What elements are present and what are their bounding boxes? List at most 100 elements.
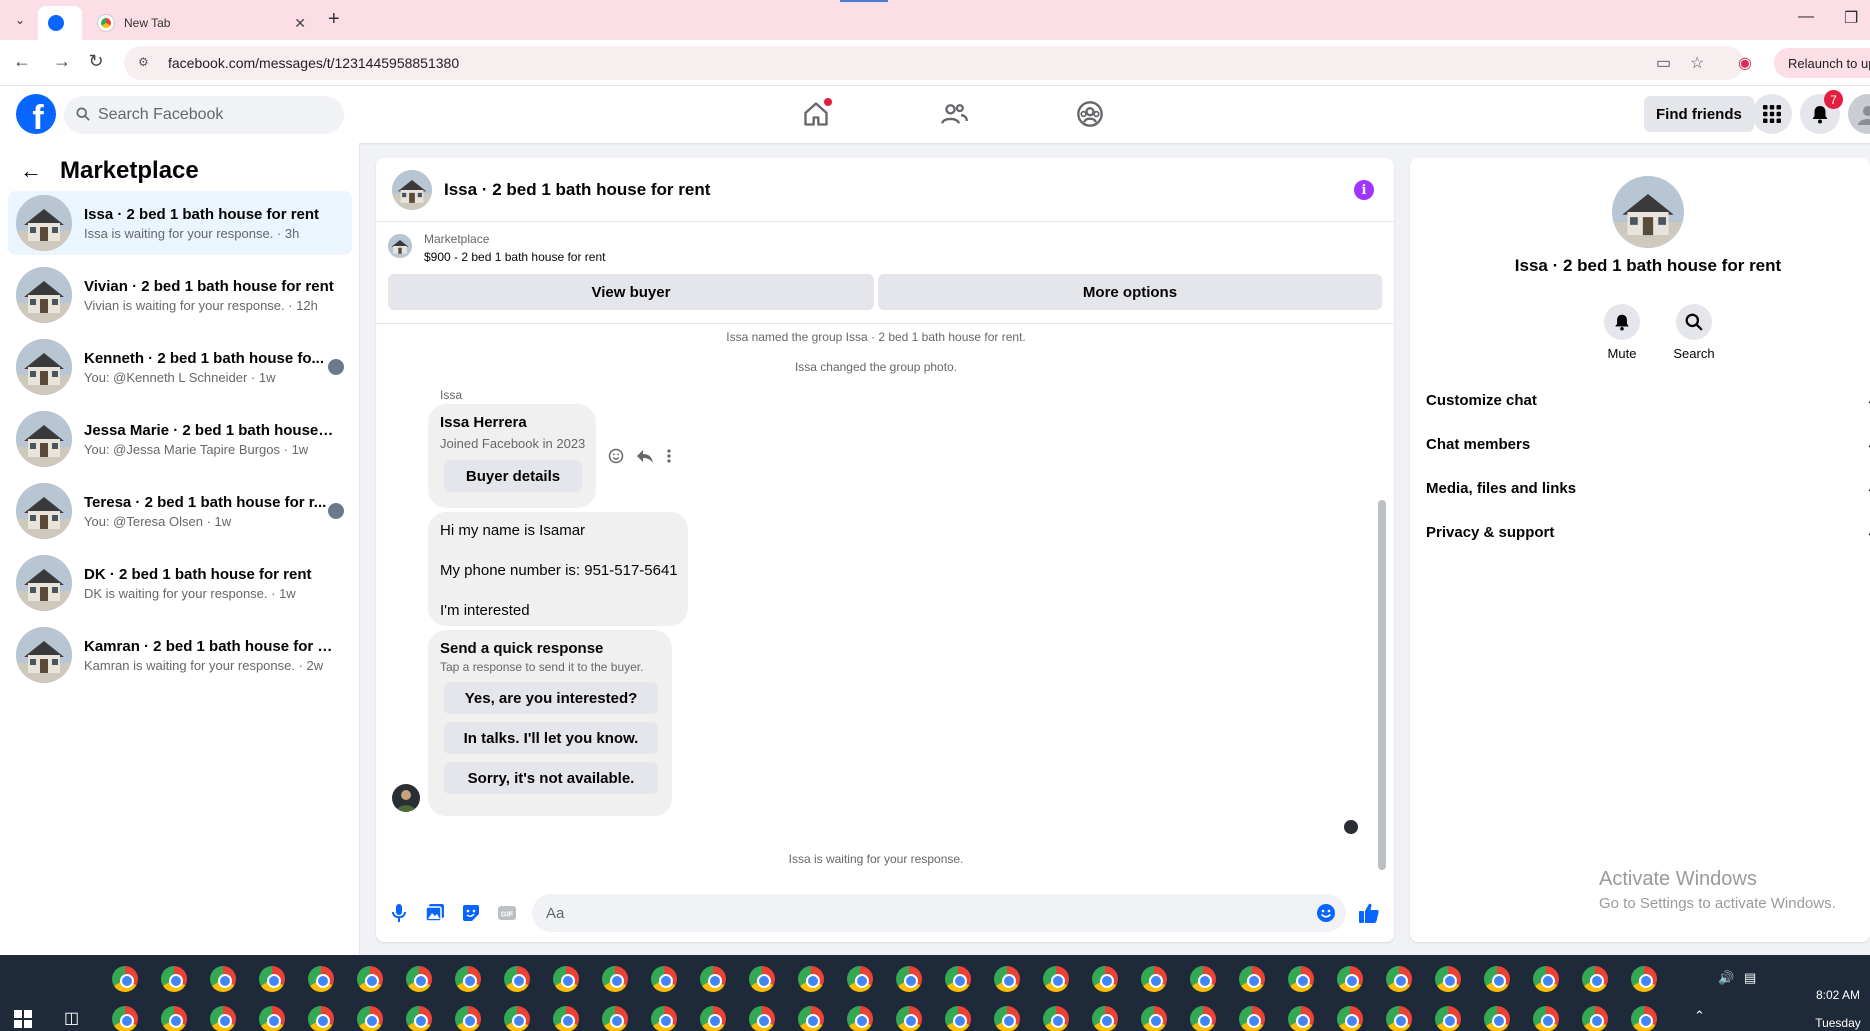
windows-start-icon[interactable] — [14, 1010, 32, 1028]
taskbar-chrome-app-icon[interactable] — [210, 1006, 236, 1031]
taskbar-chrome-app-icon[interactable] — [259, 966, 285, 992]
taskbar-chrome-app-icon[interactable] — [798, 1006, 824, 1031]
taskbar-chrome-app-icon[interactable] — [1092, 966, 1118, 992]
conversation-item[interactable]: Issa · 2 bed 1 bath house for rent Issa i… — [8, 191, 352, 255]
new-tab-plus-icon[interactable]: + — [328, 8, 340, 31]
taskbar-chrome-app-icon[interactable] — [945, 966, 971, 992]
close-tab-icon[interactable]: ✕ — [294, 15, 306, 32]
taskbar-chrome-app-icon[interactable] — [994, 1006, 1020, 1031]
group-photo[interactable] — [1612, 176, 1684, 248]
conversation-item[interactable]: DK · 2 bed 1 bath house for rent DK is wa… — [8, 551, 352, 615]
taskbar-chrome-app-icon[interactable] — [1582, 966, 1608, 992]
reply-arrow-icon[interactable] — [636, 448, 654, 468]
taskbar-chrome-app-icon[interactable] — [1190, 966, 1216, 992]
more-options-button[interactable]: More options — [878, 274, 1382, 310]
view-buyer-button[interactable]: View buyer — [388, 274, 874, 310]
taskbar-chrome-app-icon[interactable] — [210, 966, 236, 992]
site-info-icon[interactable]: ⚙ — [138, 55, 154, 71]
menu-grid-icon[interactable] — [1752, 94, 1792, 134]
taskbar-chrome-app-icon[interactable] — [700, 1006, 726, 1031]
scrollbar-thumb[interactable] — [1378, 500, 1386, 870]
facebook-search-box[interactable] — [64, 96, 344, 134]
taskbar-chrome-app-icon[interactable] — [1484, 1006, 1510, 1031]
taskbar-chrome-app-icon[interactable] — [259, 1006, 285, 1031]
media-files-links-section[interactable]: Media, files and links ⌄ — [1426, 466, 1870, 510]
taskbar-chrome-app-icon[interactable] — [847, 966, 873, 992]
search-conversation-button[interactable]: Search — [1664, 304, 1724, 361]
taskbar-chrome-app-icon[interactable] — [1484, 966, 1510, 992]
info-icon[interactable]: i — [1354, 180, 1374, 200]
conversation-item[interactable]: Teresa · 2 bed 1 bath house for r... You:… — [8, 479, 352, 543]
sender-avatar[interactable] — [392, 784, 420, 812]
taskbar-chrome-app-icon[interactable] — [112, 1006, 138, 1031]
restore-icon[interactable]: ❐ — [1844, 8, 1858, 28]
taskbar-chrome-app-icon[interactable] — [945, 1006, 971, 1031]
taskbar-chrome-app-icon[interactable] — [161, 966, 187, 992]
taskbar-clock[interactable]: 8:02 AM Tuesday — [1810, 988, 1866, 1030]
show-hidden-icons-chevron-icon[interactable]: ⌃ — [1694, 1008, 1705, 1024]
taskbar-chrome-app-icon[interactable] — [455, 966, 481, 992]
chat-avatar[interactable] — [392, 169, 432, 210]
conversation-item[interactable]: Jessa Marie · 2 bed 1 bath house f... You… — [8, 407, 352, 471]
install-app-icon[interactable]: ▭ — [1656, 53, 1671, 73]
taskbar-chrome-app-icon[interactable] — [896, 966, 922, 992]
taskbar-chrome-app-icon[interactable] — [1337, 966, 1363, 992]
relaunch-button[interactable]: Relaunch to upda — [1774, 48, 1870, 78]
message-bubble[interactable]: Hi my name is Isamar My phone number is:… — [428, 512, 688, 626]
photo-icon[interactable] — [424, 902, 446, 924]
facebook-logo[interactable]: f — [16, 94, 56, 134]
gif-icon[interactable]: GIF — [496, 902, 518, 924]
task-view-icon[interactable]: ◫ — [64, 1008, 79, 1028]
taskbar-chrome-app-icon[interactable] — [602, 1006, 628, 1031]
taskbar-chrome-app-icon[interactable] — [1141, 1006, 1167, 1031]
taskbar-chrome-app-icon[interactable] — [553, 966, 579, 992]
find-friends-button[interactable]: Find friends — [1644, 96, 1754, 132]
taskbar-chrome-app-icon[interactable] — [1092, 1006, 1118, 1031]
friends-icon[interactable] — [938, 98, 970, 130]
taskbar-chrome-app-icon[interactable] — [1337, 1006, 1363, 1031]
taskbar-chrome-app-icon[interactable] — [1582, 1006, 1608, 1031]
tab-search-chevron-icon[interactable]: ⌄ — [10, 10, 30, 30]
taskbar-chrome-app-icon[interactable] — [1435, 966, 1461, 992]
sticker-icon[interactable] — [460, 902, 482, 924]
taskbar-chrome-app-icon[interactable] — [847, 1006, 873, 1031]
taskbar-chrome-app-icon[interactable] — [700, 966, 726, 992]
address-bar[interactable]: ⚙ facebook.com/messages/t/12314459588513… — [124, 46, 1744, 80]
taskbar-chrome-app-icon[interactable] — [553, 1006, 579, 1031]
back-arrow-icon[interactable]: ← — [20, 158, 42, 184]
taskbar-chrome-app-icon[interactable] — [1386, 966, 1412, 992]
buyer-details-button[interactable]: Buyer details — [444, 460, 582, 492]
tab-facebook[interactable] — [38, 6, 82, 40]
conversation-item[interactable]: Kamran · 2 bed 1 bath house for re... Kam… — [8, 623, 352, 687]
taskbar-chrome-app-icon[interactable] — [749, 966, 775, 992]
taskbar-chrome-app-icon[interactable] — [651, 966, 677, 992]
taskbar-chrome-app-icon[interactable] — [1533, 1006, 1559, 1031]
quick-response-option[interactable]: In talks. I'll let you know. — [444, 722, 658, 754]
taskbar-chrome-app-icon[interactable] — [308, 966, 334, 992]
taskbar-chrome-app-icon[interactable] — [112, 966, 138, 992]
taskbar-chrome-app-icon[interactable] — [1043, 966, 1069, 992]
taskbar-chrome-app-icon[interactable] — [798, 966, 824, 992]
bookmark-star-icon[interactable]: ☆ — [1690, 53, 1704, 73]
emoji-icon[interactable] — [1316, 903, 1336, 927]
taskbar-chrome-app-icon[interactable] — [504, 966, 530, 992]
profile-icon[interactable]: ◉ — [1738, 53, 1752, 73]
taskbar-chrome-app-icon[interactable] — [1043, 1006, 1069, 1031]
more-vertical-icon[interactable] — [666, 448, 672, 468]
message-input-box[interactable] — [532, 894, 1346, 932]
microphone-icon[interactable] — [388, 902, 410, 924]
customize-chat-section[interactable]: Customize chat ⌄ — [1426, 378, 1870, 422]
taskbar-chrome-app-icon[interactable] — [161, 1006, 187, 1031]
react-emoji-icon[interactable] — [608, 448, 624, 468]
taskbar-chrome-app-icon[interactable] — [455, 1006, 481, 1031]
taskbar-chrome-app-icon[interactable] — [1631, 1006, 1657, 1031]
taskbar-chrome-app-icon[interactable] — [1190, 1006, 1216, 1031]
groups-icon[interactable] — [1074, 98, 1106, 130]
minimize-icon[interactable]: — — [1798, 8, 1814, 26]
taskbar-chrome-app-icon[interactable] — [749, 1006, 775, 1031]
taskbar-chrome-app-icon[interactable] — [1435, 1006, 1461, 1031]
taskbar-chrome-app-icon[interactable] — [1239, 966, 1265, 992]
privacy-support-section[interactable]: Privacy & support ⌄ — [1426, 510, 1870, 554]
volume-icon[interactable]: 🔊 — [1718, 970, 1734, 986]
reload-icon[interactable]: ↻ — [84, 51, 108, 72]
